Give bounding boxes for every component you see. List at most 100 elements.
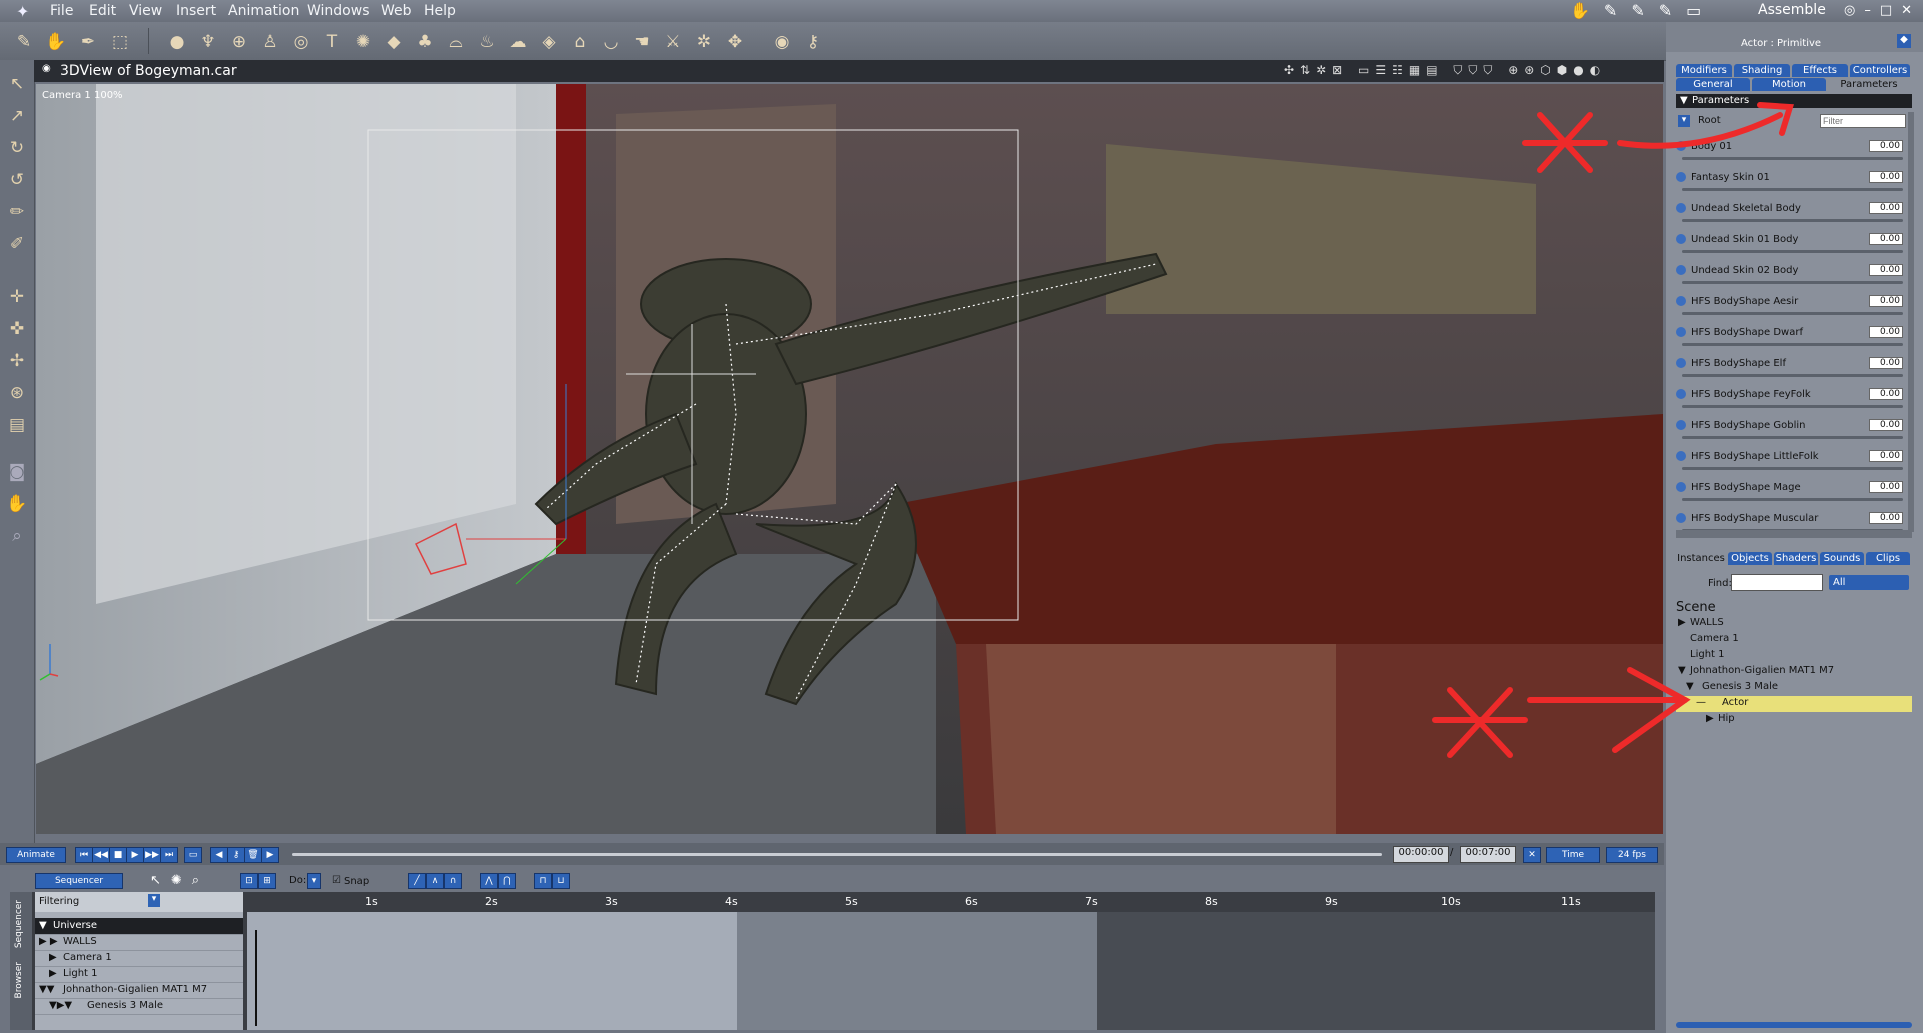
param-value-field[interactable]: 0.00 bbox=[1869, 357, 1903, 369]
find-filter-select[interactable]: All bbox=[1829, 575, 1909, 590]
param-value-field[interactable]: 0.00 bbox=[1869, 388, 1903, 400]
figure-icon[interactable]: ♙ bbox=[258, 30, 282, 54]
tree-icon[interactable]: ♣ bbox=[413, 30, 437, 54]
curve-ease-icon[interactable]: ∧ bbox=[426, 873, 444, 889]
tab-general[interactable]: General bbox=[1676, 78, 1750, 91]
viewport-display-icons[interactable]: ✣⇅✲⊠ ▭☰☷▦▤ ⛉⛉⛉ ⊕⊛⬡⬢●◐ bbox=[1284, 63, 1606, 78]
menu-view[interactable]: View bbox=[129, 3, 162, 19]
delete-key-icon[interactable]: 🗑 bbox=[244, 847, 262, 863]
menu-windows[interactable]: Windows bbox=[307, 3, 370, 19]
param-dial-icon[interactable] bbox=[1676, 389, 1686, 399]
bowl-icon[interactable]: ◡ bbox=[599, 30, 623, 54]
go-start-icon[interactable]: ⏮ bbox=[75, 847, 93, 863]
sequencer-mode-select[interactable]: Sequencer bbox=[35, 873, 123, 889]
track-row[interactable]: ▶ Light 1 bbox=[35, 966, 243, 983]
room-hand-icons[interactable]: ✋✎✎✎▭ bbox=[1570, 1, 1715, 20]
torus-icon[interactable]: ◎ bbox=[289, 30, 313, 54]
time-scrubber[interactable] bbox=[292, 853, 1382, 856]
hand-prop-icon[interactable]: ☚ bbox=[630, 30, 654, 54]
move-z-icon[interactable]: ✢ bbox=[5, 349, 29, 373]
time-mode-select[interactable]: Time bbox=[1546, 847, 1600, 863]
param-dial-icon[interactable] bbox=[1676, 420, 1686, 430]
param-value-field[interactable]: 0.00 bbox=[1869, 140, 1903, 152]
hat-icon[interactable]: ⌓ bbox=[444, 30, 468, 54]
scene-item[interactable]: ▼ Johnathon-Gigalien MAT1 M7 bbox=[1676, 664, 1912, 680]
param-value-field[interactable]: 0.00 bbox=[1869, 264, 1903, 276]
parameter-row[interactable]: Undead Skeletal Body 0.00 bbox=[1676, 199, 1912, 230]
track-row[interactable]: ▼▶▼ Genesis 3 Male bbox=[35, 998, 243, 1015]
key-icon[interactable]: ⚷ bbox=[227, 847, 245, 863]
globe-icon[interactable]: ⊕ bbox=[227, 30, 251, 54]
do-select[interactable]: ▾ bbox=[307, 873, 321, 889]
rotate-tool-icon[interactable]: ↻ bbox=[5, 136, 29, 160]
parameters-scrollbar[interactable] bbox=[1908, 112, 1914, 532]
param-dial-icon[interactable] bbox=[1676, 234, 1686, 244]
close-time-icon[interactable]: ✕ bbox=[1523, 847, 1541, 863]
parameter-row[interactable]: Undead Skin 01 Body 0.00 bbox=[1676, 230, 1912, 261]
hand-tool-icon[interactable]: ✋ bbox=[44, 30, 68, 54]
menu-animation[interactable]: Animation bbox=[228, 3, 299, 19]
timeline-track-area[interactable]: 1s 2s 3s 4s 5s 6s 7s 8s 9s 10s 11s bbox=[247, 892, 1655, 1030]
select-tool-icon[interactable]: ✎ bbox=[12, 30, 36, 54]
parameter-row[interactable]: HFS BodyShape Elf 0.00 bbox=[1676, 354, 1912, 385]
tab-sequencer[interactable]: Sequencer bbox=[14, 900, 24, 948]
filtering-dropdown-icon[interactable]: ▾ bbox=[148, 894, 160, 907]
cloud-icon[interactable]: ☁ bbox=[506, 30, 530, 54]
param-dial-icon[interactable] bbox=[1676, 265, 1686, 275]
tab-browser[interactable]: Browser bbox=[14, 962, 24, 998]
trackball-icon[interactable]: ⊛ bbox=[5, 381, 29, 405]
param-value-field[interactable]: 0.00 bbox=[1869, 171, 1903, 183]
param-value-field[interactable]: 0.00 bbox=[1869, 481, 1903, 493]
scene-item[interactable]: ▼ Genesis 3 Male bbox=[1676, 680, 1912, 696]
seq-fit-icon[interactable]: ⊡ bbox=[240, 873, 258, 889]
window-controls-icon[interactable]: ◎–□✕ bbox=[1844, 3, 1921, 18]
parameter-row[interactable]: HFS BodyShape LittleFolk 0.00 bbox=[1676, 447, 1912, 478]
scene-item[interactable]: Light 1 bbox=[1676, 648, 1912, 664]
tab-controllers[interactable]: Controllers bbox=[1850, 64, 1910, 77]
parameter-row[interactable]: HFS BodyShape Goblin 0.00 bbox=[1676, 416, 1912, 447]
arrow-select-icon[interactable]: ↖ bbox=[5, 72, 29, 96]
param-value-field[interactable]: 0.00 bbox=[1869, 326, 1903, 338]
tab-objects[interactable]: Objects bbox=[1728, 552, 1772, 565]
snap-checkbox-icon[interactable]: ☑ bbox=[332, 875, 341, 886]
track-row[interactable]: ▼▼ Johnathon-Gigalien MAT1 M7 bbox=[35, 982, 243, 999]
target-icon[interactable]: ◉ bbox=[770, 30, 794, 54]
menu-help[interactable]: Help bbox=[424, 3, 456, 19]
scene-item[interactable]: Camera 1 bbox=[1676, 632, 1912, 648]
next-frame-icon[interactable]: ▶▶ bbox=[143, 847, 161, 863]
param-dial-icon[interactable] bbox=[1676, 203, 1686, 213]
scene-item[interactable]: ▶ Hip bbox=[1676, 712, 1912, 728]
fire-icon[interactable]: ♨ bbox=[475, 30, 499, 54]
tab-shading[interactable]: Shading bbox=[1734, 64, 1790, 77]
end-time-field[interactable]: 00:07:00 bbox=[1460, 846, 1516, 863]
move-xz-icon[interactable]: ✜ bbox=[5, 317, 29, 341]
scene-scrollbar[interactable] bbox=[1676, 1022, 1912, 1028]
param-dial-icon[interactable] bbox=[1676, 327, 1686, 337]
direct-select-icon[interactable]: ↗ bbox=[5, 104, 29, 128]
pencil-tool-icon[interactable]: ✏ bbox=[5, 200, 29, 224]
parameter-filter-input[interactable] bbox=[1820, 114, 1906, 128]
param-value-field[interactable]: 0.00 bbox=[1869, 419, 1903, 431]
curve-step-icon[interactable]: ⊓ bbox=[534, 873, 552, 889]
paintbrush-tool-icon[interactable]: ✐ bbox=[5, 232, 29, 256]
seq-zoom-icon[interactable]: ⊞ bbox=[258, 873, 276, 889]
param-value-field[interactable]: 0.00 bbox=[1869, 295, 1903, 307]
tab-motion[interactable]: Motion bbox=[1752, 78, 1826, 91]
tab-shaders[interactable]: Shaders bbox=[1774, 552, 1818, 565]
param-dial-icon[interactable] bbox=[1676, 358, 1686, 368]
menu-web[interactable]: Web bbox=[381, 3, 412, 19]
tab-modifiers[interactable]: Modifiers bbox=[1676, 64, 1732, 77]
book-icon[interactable]: ▤ bbox=[5, 413, 29, 437]
parameter-row[interactable]: HFS BodyShape Aesir 0.00 bbox=[1676, 292, 1912, 323]
panel-menu-icon[interactable]: ◆ bbox=[1897, 34, 1911, 48]
track-row[interactable]: ▶ ▶ WALLS bbox=[35, 934, 243, 951]
parameter-row[interactable]: HFS BodyShape Mage 0.00 bbox=[1676, 478, 1912, 509]
next-key-icon[interactable]: ▶ bbox=[261, 847, 279, 863]
tab-sounds[interactable]: Sounds bbox=[1820, 552, 1864, 565]
tab-clips[interactable]: Clips bbox=[1866, 552, 1910, 565]
stop-icon[interactable]: ■ bbox=[109, 847, 127, 863]
param-value-field[interactable]: 0.00 bbox=[1869, 512, 1903, 524]
playhead[interactable] bbox=[255, 930, 257, 1026]
sword-icon[interactable]: ⚔ bbox=[661, 30, 685, 54]
track-row[interactable]: ▶ Camera 1 bbox=[35, 950, 243, 967]
